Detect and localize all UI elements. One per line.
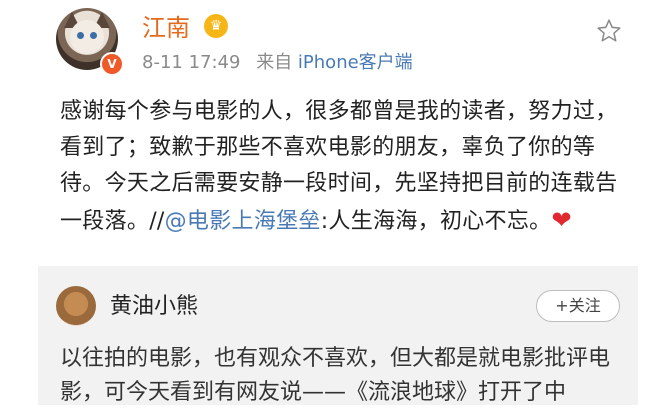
username[interactable]: 江南 (142, 12, 190, 44)
favorite-star-icon[interactable] (596, 18, 622, 44)
verified-badge-icon: V (100, 52, 124, 76)
follow-button[interactable]: +关注 (536, 290, 620, 322)
repost-card[interactable]: 黄油小熊 +关注 以往拍的电影，也有观众不喜欢，但大都是就电影批评电影，可今天看… (38, 266, 638, 405)
repost-text: 以往拍的电影，也有观众不喜欢，但大都是就电影批评电影，可今天看到有网友说——《流… (60, 346, 611, 405)
repost-username[interactable]: 黄油小熊 (110, 292, 198, 322)
crown-icon: ♛ (204, 14, 228, 38)
weibo-post: V 江南 ♛ 8-11 17:49 来自 iPhone客户端 感谢每个参与电影的… (0, 0, 653, 264)
post-meta: 8-11 17:49 来自 iPhone客户端 (142, 50, 413, 76)
source-prefix: 来自 (256, 52, 293, 73)
post-text-tail: :人生海海，初心不忘。 (320, 209, 552, 234)
avatar-eye (77, 32, 84, 39)
post-source-link[interactable]: iPhone客户端 (298, 52, 413, 73)
avatar-cat-face (70, 20, 104, 54)
repost-avatar[interactable] (56, 286, 96, 326)
avatar-eye (90, 32, 97, 39)
post-date: 8-11 17:49 (142, 52, 241, 73)
heart-icon: ❤ (551, 206, 572, 234)
post-content: 感谢每个参与电影的人，很多都曾是我的读者，努力过，看到了；致歉于那些不喜欢电影的… (60, 94, 626, 240)
mention-link[interactable]: @电影上海堡垒 (165, 209, 321, 234)
